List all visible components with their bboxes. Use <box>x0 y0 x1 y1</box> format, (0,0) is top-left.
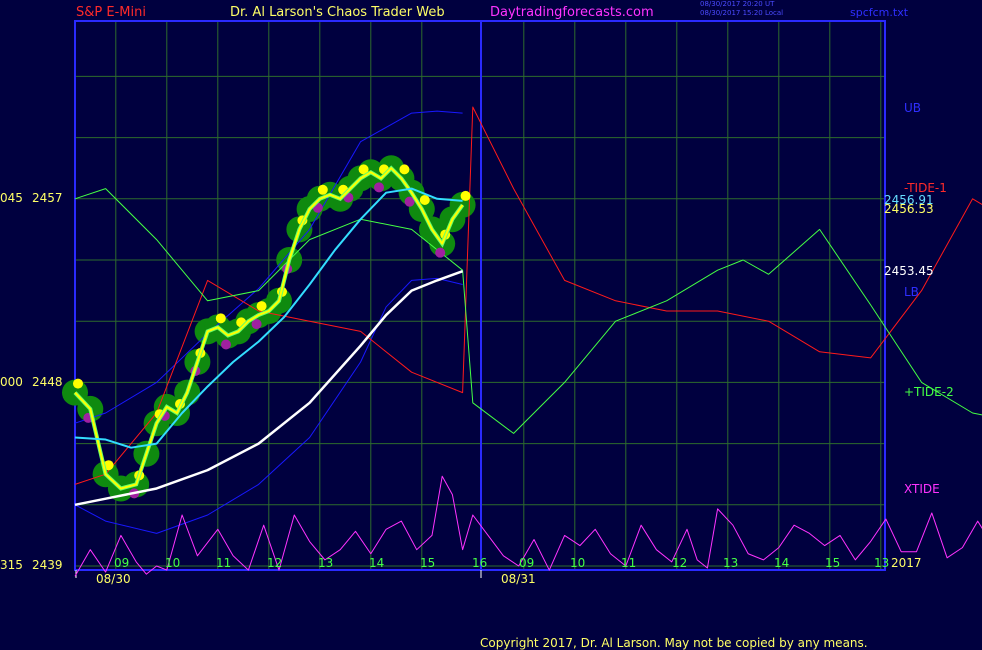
x-tick: 10 <box>165 556 181 570</box>
x-tick: 12 <box>267 556 283 570</box>
price-high-marker <box>73 378 83 389</box>
date-label-1: 08/30 <box>96 572 131 586</box>
y-tick-prefix-mid: 000 <box>0 375 23 389</box>
x-tick: 14 <box>774 556 790 570</box>
y-tick-high: 2457 <box>32 191 63 205</box>
price-high-marker <box>399 164 410 175</box>
price-low-marker <box>374 182 384 193</box>
timestamp-ut: 08/30/2017 20:20 UT <box>700 0 775 8</box>
chart-stage: S&P E-Mini Dr. Al Larson's Chaos Trader … <box>0 0 982 650</box>
x-tick: 12 <box>672 556 688 570</box>
x-tick: 14 <box>369 556 385 570</box>
x-tick: 16 <box>472 556 488 570</box>
xtide-label: XTIDE <box>904 482 940 496</box>
timestamp-local: 08/30/2017 15:20 Local <box>700 9 784 17</box>
x-tick: 09 <box>519 556 535 570</box>
price-high-marker <box>460 190 471 201</box>
x-tick: 15 <box>825 556 841 570</box>
y-tick-mid: 2448 <box>32 375 63 389</box>
tide2-label: +TIDE-2 <box>904 385 954 399</box>
price-high-marker <box>256 301 267 312</box>
site-url[interactable]: Daytradingforecasts.com <box>490 6 654 19</box>
price-label-3: 2453.45 <box>884 264 934 278</box>
x-tick: 13 <box>874 556 890 570</box>
date-label-2: 08/31 <box>501 572 536 586</box>
y-tick-prefix-high: 045 <box>0 191 23 205</box>
chart-svg <box>0 0 982 650</box>
x-tick: 11 <box>621 556 637 570</box>
chart-background <box>0 0 982 650</box>
y-tick-prefix-low: 315 <box>0 558 23 572</box>
price-high-marker <box>317 184 328 195</box>
year-label: 2017 <box>891 556 922 570</box>
copyright-notice: Copyright 2017, Dr. Al Larson. May not b… <box>480 636 868 650</box>
price-high-marker <box>419 195 430 205</box>
x-tick: 09 <box>114 556 130 570</box>
site-title: Dr. Al Larson's Chaos Trader Web <box>230 5 445 20</box>
price-label-2: 2456.53 <box>884 202 934 216</box>
symbol-title: S&P E-Mini <box>76 5 146 20</box>
y-tick-low: 2439 <box>32 558 63 572</box>
x-tick: 15 <box>420 556 436 570</box>
ub-label: UB <box>904 101 922 115</box>
x-tick: 11 <box>216 556 232 570</box>
price-low-marker <box>221 339 231 350</box>
x-tick: 10 <box>570 556 586 570</box>
x-tick: 13 <box>723 556 739 570</box>
price-low-marker <box>435 247 446 258</box>
price-high-marker <box>215 313 226 324</box>
lb-label: LB <box>904 285 919 299</box>
data-file-name: spcfcm.txt <box>850 6 909 19</box>
x-tick: 13 <box>318 556 334 570</box>
